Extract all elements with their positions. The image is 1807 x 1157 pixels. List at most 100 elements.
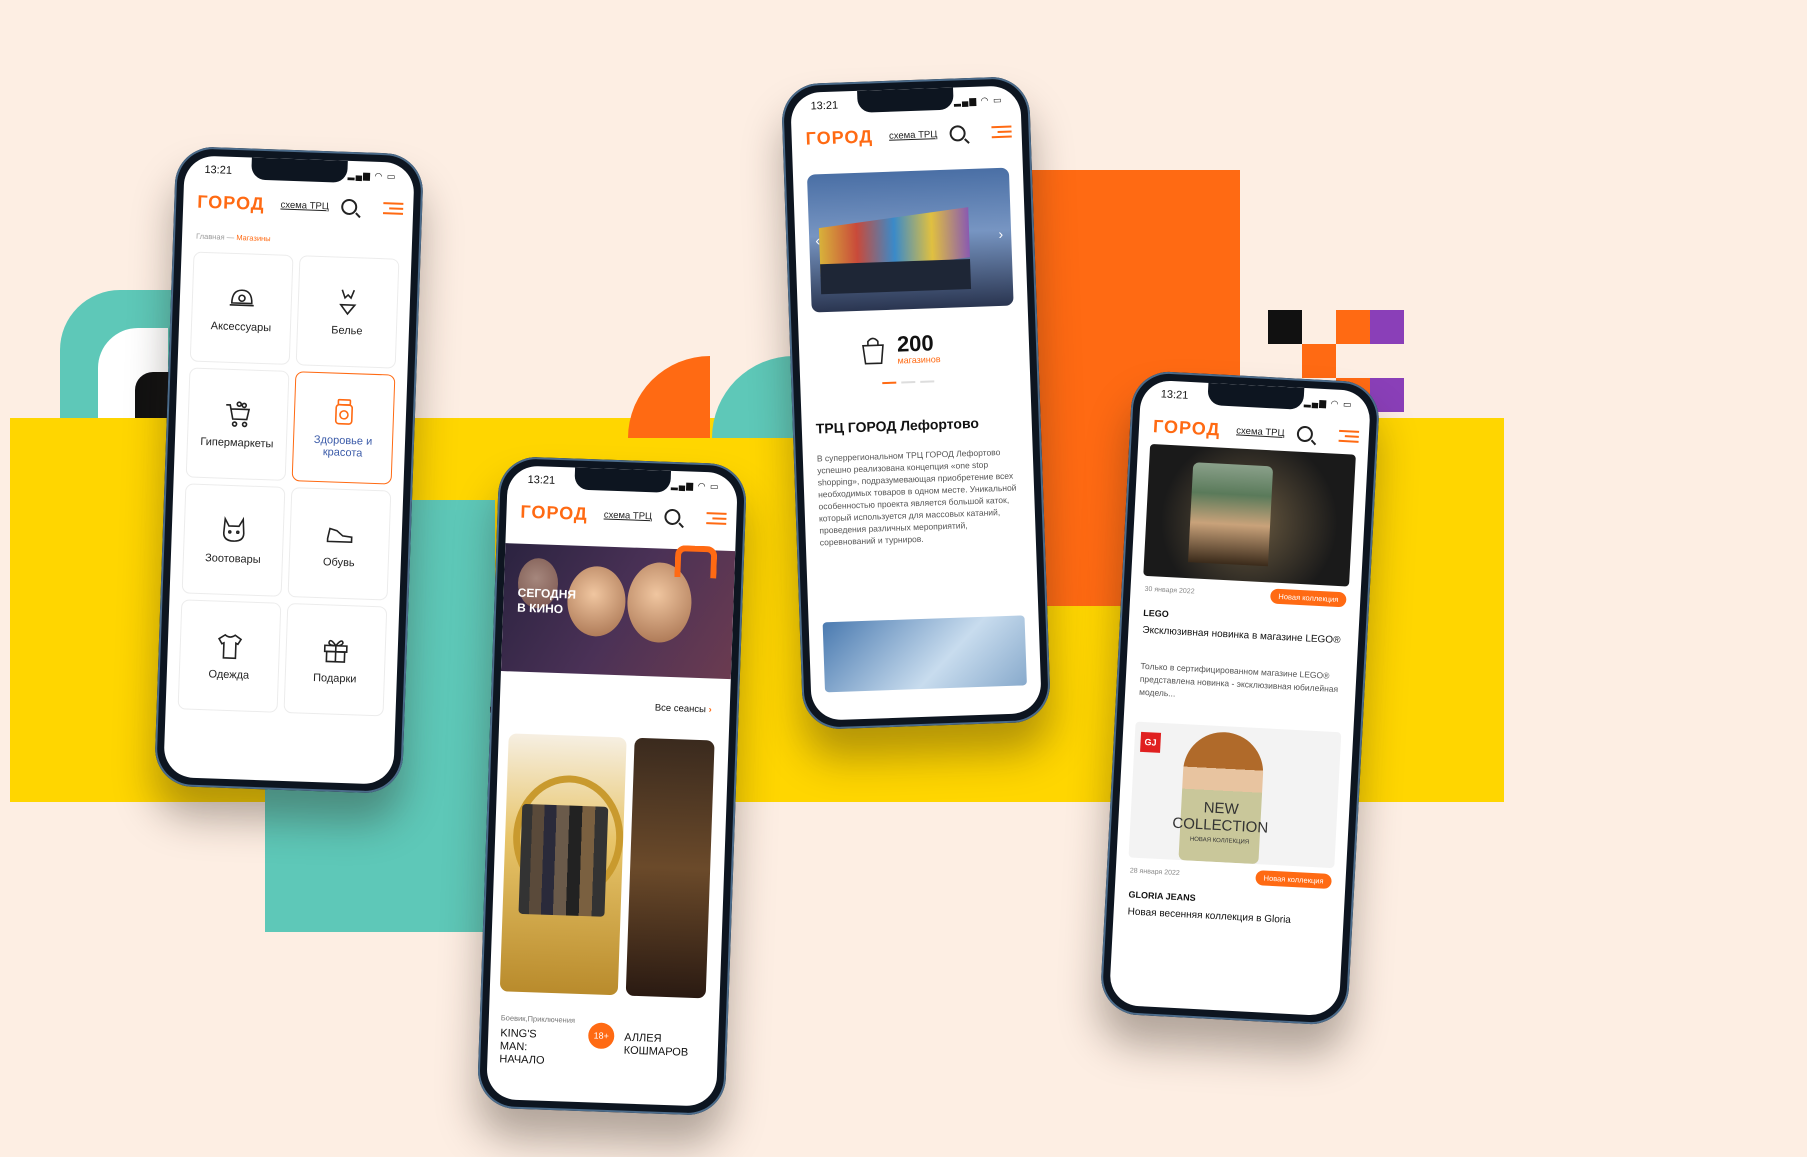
gift-icon: [323, 639, 348, 663]
menu-icon[interactable]: [1338, 427, 1360, 446]
cosmetics-jar-icon: [334, 398, 353, 425]
category-label: Гипермаркеты: [200, 435, 274, 451]
search-icon[interactable]: [340, 198, 358, 216]
gorod-logo[interactable]: ГОРОД: [1153, 416, 1221, 440]
movie-genre: Боевик,Приключения: [500, 1013, 576, 1025]
gj-logo: GJ: [1140, 731, 1162, 753]
all-sessions-link[interactable]: Все сеансы ›: [655, 702, 712, 715]
category-label: Обувь: [322, 556, 355, 570]
site-header: ГОРОД схема ТРЦ: [520, 498, 727, 533]
mall-description: В суперрегиональном ТРЦ ГОРОД Лефортово …: [816, 447, 1017, 548]
chevron-right-icon: ›: [708, 704, 712, 716]
category-clothing[interactable]: Одежда: [177, 599, 282, 713]
shop-count-label: магазинов: [897, 354, 941, 366]
gorod-logo[interactable]: ГОРОД: [197, 191, 265, 214]
category-health-beauty[interactable]: Здоровье и красота: [291, 371, 396, 485]
poster-figures: [518, 803, 609, 917]
status-time: 13:21: [1160, 388, 1189, 402]
shops-screen: 13:21 ▂▄▆ ◠ ▭ ГОРОД схема ТРЦ Главная — М…: [163, 155, 415, 785]
news-badge: Новая коллекция: [1255, 870, 1332, 890]
cap-icon: [229, 289, 254, 307]
news-badge: Новая коллекция: [1270, 588, 1347, 608]
news-title[interactable]: Новая весенняя коллекция в Gloria: [1127, 905, 1329, 929]
gorod-logo[interactable]: ГОРОД: [805, 126, 873, 149]
mall-scheme-link[interactable]: схема ТРЦ: [604, 509, 653, 522]
bg-pixel-black: [1268, 310, 1302, 344]
notch: [574, 467, 672, 493]
shop-count-number: 200: [896, 330, 935, 357]
signal-icon: ▂▄▆ ◠ ▭: [953, 94, 1003, 106]
category-gifts[interactable]: Подарки: [283, 603, 388, 717]
movie-title-kingsman[interactable]: KING'S MAN: НАЧАЛО: [499, 1027, 562, 1068]
lego-news-image[interactable]: [1143, 443, 1356, 587]
phone-mall: 13:21 ▂▄▆ ◠ ▭ ГОРОД схема ТРЦ ‹ › 200 мага…: [780, 75, 1052, 731]
news-text: Только в сертифицированном магазине LEGO…: [1138, 660, 1339, 699]
news-date: 28 января 2022: [1129, 867, 1180, 878]
all-sessions-label: Все сеансы: [654, 702, 707, 716]
signal-icon: ▂▄▆ ◠ ▭: [1303, 396, 1353, 409]
category-label: Белье: [331, 324, 363, 338]
category-label: Аксессуары: [210, 320, 272, 335]
sneaker-icon: [326, 527, 353, 544]
category-lingerie[interactable]: Белье: [295, 255, 400, 369]
status-time: 13:21: [527, 473, 556, 487]
menu-icon[interactable]: [991, 123, 1012, 142]
movie-poster-nightmare-alley[interactable]: [625, 737, 715, 999]
mall-scheme-link[interactable]: схема ТРЦ: [1236, 425, 1285, 439]
search-icon[interactable]: [663, 508, 681, 526]
category-label: Одежда: [208, 668, 250, 682]
bg-pixel-orange-2: [1302, 344, 1336, 378]
mall-title: ТРЦ ГОРОД Лефортово: [815, 414, 980, 437]
category-label: Зоотовары: [204, 552, 261, 567]
breadcrumb: Главная — Магазины: [196, 232, 271, 244]
category-hypermarkets[interactable]: Гипермаркеты: [185, 367, 290, 481]
cinema-banner[interactable]: СЕГОДНЯ В КИНО: [500, 543, 736, 680]
bg-pixel-purple: [1370, 310, 1404, 344]
status-time: 13:21: [810, 99, 839, 113]
gorod-logo[interactable]: ГОРОД: [520, 501, 588, 524]
phone-shops: 13:21 ▂▄▆ ◠ ▭ ГОРОД схема ТРЦ Главная — М…: [153, 145, 425, 795]
menu-icon[interactable]: [382, 199, 404, 218]
mall-scheme-link[interactable]: схема ТРЦ: [889, 129, 938, 142]
category-shoes[interactable]: Обувь: [287, 487, 392, 601]
status-time: 13:21: [204, 163, 233, 177]
search-icon[interactable]: [948, 125, 966, 142]
mall-scheme-link[interactable]: схема ТРЦ: [280, 199, 329, 212]
search-icon[interactable]: [1296, 425, 1313, 443]
category-accessories[interactable]: Аксессуары: [189, 251, 294, 365]
slider-dots[interactable]: [882, 380, 935, 385]
notch: [857, 87, 954, 113]
breadcrumb-home[interactable]: Главная: [196, 232, 225, 242]
category-pets[interactable]: Зоотовары: [181, 483, 286, 597]
lingerie-icon: [339, 289, 357, 316]
news-brand: GLORIA JEANS: [1128, 889, 1196, 903]
notch: [251, 157, 348, 183]
cart-icon: [226, 401, 251, 428]
site-header: ГОРОД схема ТРЦ: [805, 118, 1012, 153]
mall-facade: [820, 259, 972, 295]
slider-prev-icon[interactable]: ‹: [815, 232, 820, 248]
bg-teal-semicircle: [712, 356, 802, 438]
site-header: ГОРОД схема ТРЦ: [197, 188, 404, 223]
phone-cinema: 13:21 ▂▄▆ ◠ ▭ ГОРОД схема ТРЦ СЕГОДНЯ В К…: [476, 455, 748, 1117]
mall-photo-2: [822, 615, 1027, 693]
category-label: Подарки: [312, 671, 357, 686]
banner-title: СЕГОДНЯ В КИНО: [516, 585, 577, 617]
phone-news: 13:21 ▂▄▆ ◠ ▭ ГОРОД схема ТРЦ 30 января 2…: [1099, 369, 1381, 1027]
mall-screen: 13:21 ▂▄▆ ◠ ▭ ГОРОД схема ТРЦ ‹ › 200 мага…: [790, 85, 1042, 721]
movie-title-nightmare-alley[interactable]: АЛЛЕЯ КОШМАРОВ: [624, 1032, 705, 1061]
mall-photo-slider[interactable]: ‹ ›: [806, 167, 1014, 313]
movie-poster-kingsman[interactable]: [499, 733, 627, 996]
news-title[interactable]: Эксклюзивная новинка в магазине LEGO®: [1142, 624, 1344, 648]
menu-icon[interactable]: [706, 509, 727, 528]
cat-icon: [222, 516, 245, 542]
category-grid: Аксессуары Белье Гипермаркеты Здоровье и…: [177, 251, 400, 717]
slider-next-icon[interactable]: ›: [998, 226, 1003, 242]
gloria-news-image[interactable]: GJ NEW COLLECTION НОВАЯ КОЛЛЕКЦИЯ: [1128, 721, 1342, 869]
tshirt-icon: [218, 633, 243, 660]
news-screen: 13:21 ▂▄▆ ◠ ▭ ГОРОД схема ТРЦ 30 января 2…: [1108, 379, 1372, 1017]
breadcrumb-current: Магазины: [236, 233, 271, 244]
shopping-bag-icon: [862, 337, 884, 365]
lego-building: [1188, 462, 1274, 567]
bg-orange-semicircle: [628, 356, 710, 438]
